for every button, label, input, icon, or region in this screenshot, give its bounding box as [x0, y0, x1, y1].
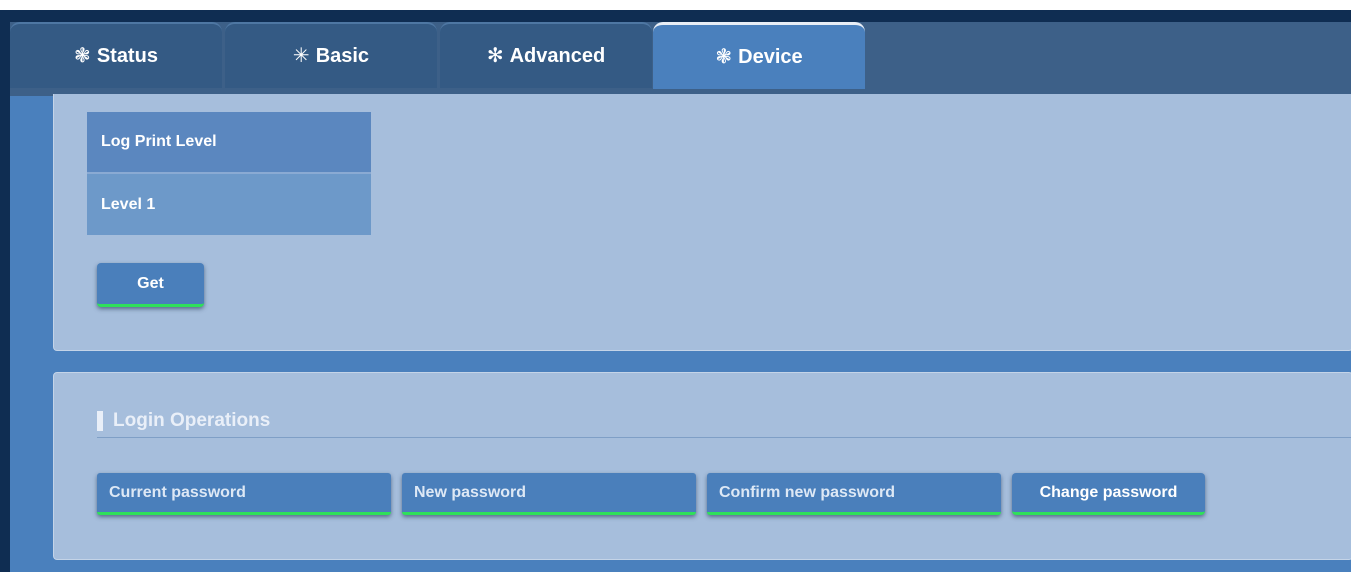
tab-device[interactable]: ❃ Device	[653, 22, 865, 89]
change-password-button[interactable]: Change password	[1012, 473, 1205, 515]
log-level-table: Log Print Level Level 1	[87, 112, 371, 235]
confirm-password-field[interactable]: Confirm new password	[707, 473, 1001, 515]
tab-label: Device	[738, 45, 803, 68]
login-panel	[53, 372, 1351, 560]
section-title-text: Login Operations	[113, 410, 271, 431]
current-password-field[interactable]: Current password	[97, 473, 391, 515]
asterisk-icon: ✳	[292, 45, 310, 67]
log-level-header: Log Print Level	[87, 112, 371, 174]
asterisk-icon: ✻	[486, 45, 504, 67]
section-divider	[97, 437, 1351, 438]
tab-advanced[interactable]: ✻ Advanced	[440, 22, 652, 88]
tab-basic[interactable]: ✳ Basic	[225, 22, 437, 88]
gear-icon: ❃	[715, 46, 733, 68]
tab-label: Basic	[315, 44, 370, 67]
log-level-value: Level 1	[87, 174, 371, 235]
gear-icon: ❃	[74, 45, 91, 67]
tab-bar: ❃ Status ✳ Basic ✻ Advanced ❃ Device	[10, 22, 1351, 96]
login-operations-title: Login Operations	[97, 410, 270, 432]
tab-label: Status	[96, 44, 158, 67]
tab-status[interactable]: ❃ Status	[10, 22, 222, 88]
new-password-field[interactable]: New password	[402, 473, 696, 515]
tab-label: Advanced	[509, 44, 606, 67]
section-marker	[97, 411, 103, 431]
get-button[interactable]: Get	[97, 263, 204, 307]
